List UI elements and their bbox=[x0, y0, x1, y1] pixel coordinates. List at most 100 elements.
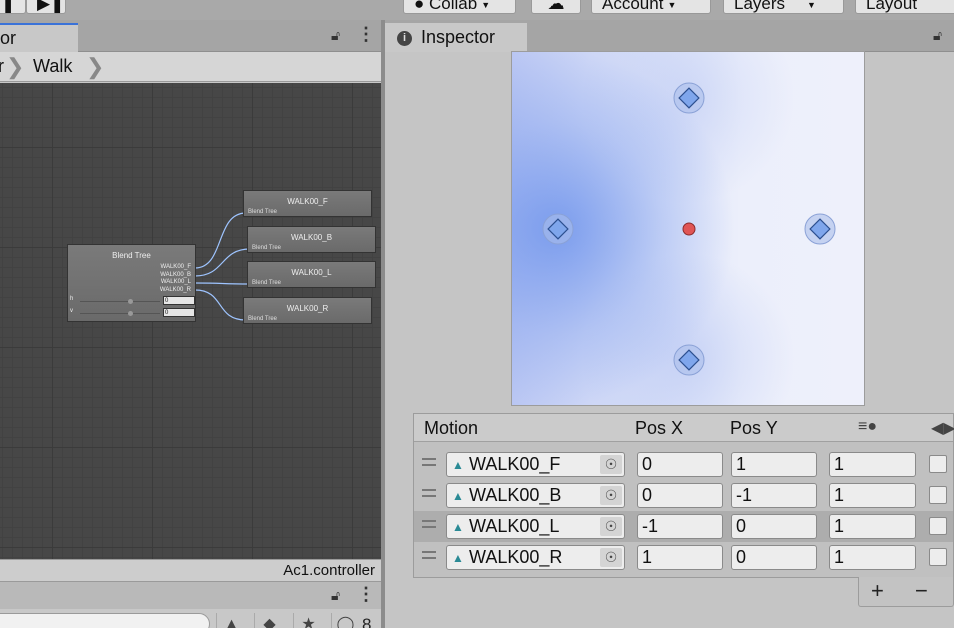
drag-handle-icon[interactable] bbox=[422, 458, 436, 466]
param-slider-h[interactable] bbox=[80, 301, 160, 302]
pos-y-field[interactable]: 1 bbox=[731, 452, 817, 477]
list-add-remove-footer: + − bbox=[858, 577, 954, 607]
chevron-down-icon: ▼ bbox=[667, 0, 677, 10]
object-picker-icon[interactable]: ☉ bbox=[600, 455, 622, 474]
step-button[interactable]: ▶❚ bbox=[26, 0, 66, 14]
drag-handle-icon[interactable] bbox=[422, 489, 436, 497]
controller-name: Ac1.controller bbox=[283, 562, 375, 579]
chevron-right-icon: ❯ bbox=[86, 54, 105, 79]
more-menu-icon[interactable]: ⋮ bbox=[357, 584, 375, 605]
pos-y-field[interactable]: -1 bbox=[731, 483, 817, 508]
blend-sample-point-f bbox=[673, 82, 705, 114]
pos-y-field[interactable]: 0 bbox=[731, 514, 817, 539]
motion-row[interactable]: ▲ WALK00_R ☉ 1 0 1 bbox=[414, 542, 953, 573]
speed-field[interactable]: 1 bbox=[829, 545, 916, 570]
motion-clip-field[interactable]: ▲ WALK00_L ☉ bbox=[446, 514, 625, 539]
clip-node-title: WALK00_R bbox=[286, 304, 329, 313]
tab-inspector[interactable]: i Inspector bbox=[385, 23, 527, 52]
clip-node-subtitle: Blend Tree bbox=[248, 316, 278, 322]
account-dropdown[interactable]: Account ▼ bbox=[591, 0, 711, 14]
lock-icon[interactable]: 🔓︎ bbox=[933, 27, 942, 44]
drag-handle-icon[interactable] bbox=[422, 520, 436, 528]
object-picker-icon[interactable]: ☉ bbox=[600, 486, 622, 505]
collab-dropdown[interactable]: ● Collab ▼ bbox=[403, 0, 516, 14]
object-picker-icon[interactable]: ☉ bbox=[600, 517, 622, 536]
inspector-panel: i Inspector 🔓︎ Motion Pos X Pos Y ≡● ◀▶ … bbox=[385, 20, 954, 628]
pos-y-field[interactable]: 0 bbox=[731, 545, 817, 570]
project-search-input[interactable] bbox=[0, 613, 210, 628]
favorites-star-icon[interactable]: ★ bbox=[293, 613, 323, 628]
motion-clip-field[interactable]: ▲ WALK00_B ☉ bbox=[446, 483, 625, 508]
pos-x-field[interactable]: 0 bbox=[637, 452, 723, 477]
slider-knob[interactable] bbox=[128, 311, 133, 316]
clip-node[interactable]: WALK00_B Blend Tree bbox=[247, 226, 376, 253]
speed-field[interactable]: 1 bbox=[829, 483, 916, 508]
motion-clip-field[interactable]: ▲ WALK00_F ☉ bbox=[446, 452, 625, 477]
mirror-checkbox[interactable] bbox=[929, 548, 947, 566]
param-field-v[interactable]: 0 bbox=[163, 308, 195, 317]
mirror-checkbox[interactable] bbox=[929, 517, 947, 535]
pos-x-field[interactable]: -1 bbox=[637, 514, 723, 539]
blend-sample-point-r bbox=[804, 213, 836, 245]
speed-field[interactable]: 1 bbox=[829, 452, 916, 477]
breadcrumb-item-layer[interactable]: r bbox=[0, 52, 4, 82]
tab-animator[interactable]: or bbox=[0, 23, 78, 52]
hidden-packages-count: 8 bbox=[362, 615, 372, 628]
lock-icon[interactable]: 🔓︎ bbox=[331, 27, 340, 44]
clip-node[interactable]: WALK00_R Blend Tree bbox=[243, 297, 372, 324]
search-by-type-icon[interactable]: ▲ bbox=[216, 613, 246, 628]
search-by-label-icon[interactable]: ◆ bbox=[254, 613, 284, 628]
connection-line bbox=[194, 282, 251, 285]
motion-clip-name: WALK00_L bbox=[469, 516, 560, 536]
layout-dropdown[interactable]: Layout bbox=[855, 0, 954, 14]
blend-output: WALK00_R bbox=[159, 287, 191, 293]
clip-node-subtitle: Blend Tree bbox=[252, 280, 282, 286]
motion-clip-name: WALK00_B bbox=[469, 485, 562, 505]
motion-row[interactable]: ▲ WALK00_B ☉ 0 -1 1 bbox=[414, 480, 953, 511]
object-picker-icon[interactable]: ☉ bbox=[600, 548, 622, 567]
mirror-checkbox[interactable] bbox=[929, 455, 947, 473]
breadcrumb-item-walk[interactable]: Walk bbox=[33, 52, 72, 82]
drag-handle-icon[interactable] bbox=[422, 551, 436, 559]
clip-node[interactable]: WALK00_F Blend Tree bbox=[243, 190, 372, 217]
motion-list-header: Motion Pos X Pos Y ≡● ◀▶ bbox=[414, 414, 954, 442]
blend-tree-node[interactable]: Blend Tree WALK00_F WALK00_B WALK00_L WA… bbox=[67, 244, 196, 322]
motion-list: Motion Pos X Pos Y ≡● ◀▶ ▲ WALK00_F ☉ 0 … bbox=[413, 413, 954, 578]
speed-field[interactable]: 1 bbox=[829, 514, 916, 539]
slider-knob[interactable] bbox=[128, 299, 133, 304]
more-menu-icon[interactable]: ⋮ bbox=[357, 24, 375, 45]
motion-clip-name: WALK00_R bbox=[469, 547, 563, 567]
clip-node[interactable]: WALK00_L Blend Tree bbox=[247, 261, 376, 288]
pos-x-field[interactable]: 1 bbox=[637, 545, 723, 570]
lock-icon[interactable]: 🔓︎ bbox=[331, 587, 340, 604]
add-motion-button[interactable]: + bbox=[871, 578, 884, 604]
animator-graph[interactable]: Blend Tree WALK00_F WALK00_B WALK00_L WA… bbox=[0, 83, 381, 559]
blend-space-markers bbox=[542, 82, 836, 376]
cloud-icon: ● bbox=[414, 0, 429, 13]
layers-dropdown[interactable]: Layers ▼ bbox=[723, 0, 844, 14]
account-label: Account bbox=[602, 0, 664, 13]
animator-panel: or 🔓︎ ⋮ r ❯ Walk ❯ Blend Tree WALK00_F W… bbox=[0, 20, 383, 628]
project-search-row: ▲ ◆ ★ ◯ 8 bbox=[0, 609, 381, 628]
pause-button[interactable]: ❚ bbox=[0, 0, 26, 14]
motion-row[interactable]: ▲ WALK00_L ☉ -1 0 1 bbox=[414, 511, 953, 542]
pos-x-field[interactable]: 0 bbox=[637, 483, 723, 508]
blend-current-position bbox=[682, 222, 696, 236]
chevron-down-icon: ▼ bbox=[807, 0, 816, 10]
animator-tab-bar: or 🔓︎ ⋮ bbox=[0, 20, 383, 52]
hidden-packages-icon[interactable]: ◯ bbox=[331, 613, 359, 628]
blend-space-view[interactable] bbox=[511, 51, 865, 406]
mirror-checkbox[interactable] bbox=[929, 486, 947, 504]
remove-motion-button[interactable]: − bbox=[915, 578, 928, 604]
layers-label: Layers bbox=[734, 0, 786, 13]
info-icon: i bbox=[397, 31, 412, 46]
project-panel-header: 🔓︎ ⋮ bbox=[0, 581, 381, 609]
param-slider-v[interactable] bbox=[80, 313, 160, 314]
connection-line bbox=[194, 289, 247, 321]
motion-clip-field[interactable]: ▲ WALK00_R ☉ bbox=[446, 545, 625, 570]
layout-label: Layout bbox=[866, 0, 918, 13]
motion-row[interactable]: ▲ WALK00_F ☉ 0 1 1 bbox=[414, 449, 953, 480]
cloud-button[interactable]: ☁ bbox=[531, 0, 581, 14]
param-field-h[interactable]: 0 bbox=[163, 296, 195, 305]
clip-node-subtitle: Blend Tree bbox=[248, 209, 278, 215]
